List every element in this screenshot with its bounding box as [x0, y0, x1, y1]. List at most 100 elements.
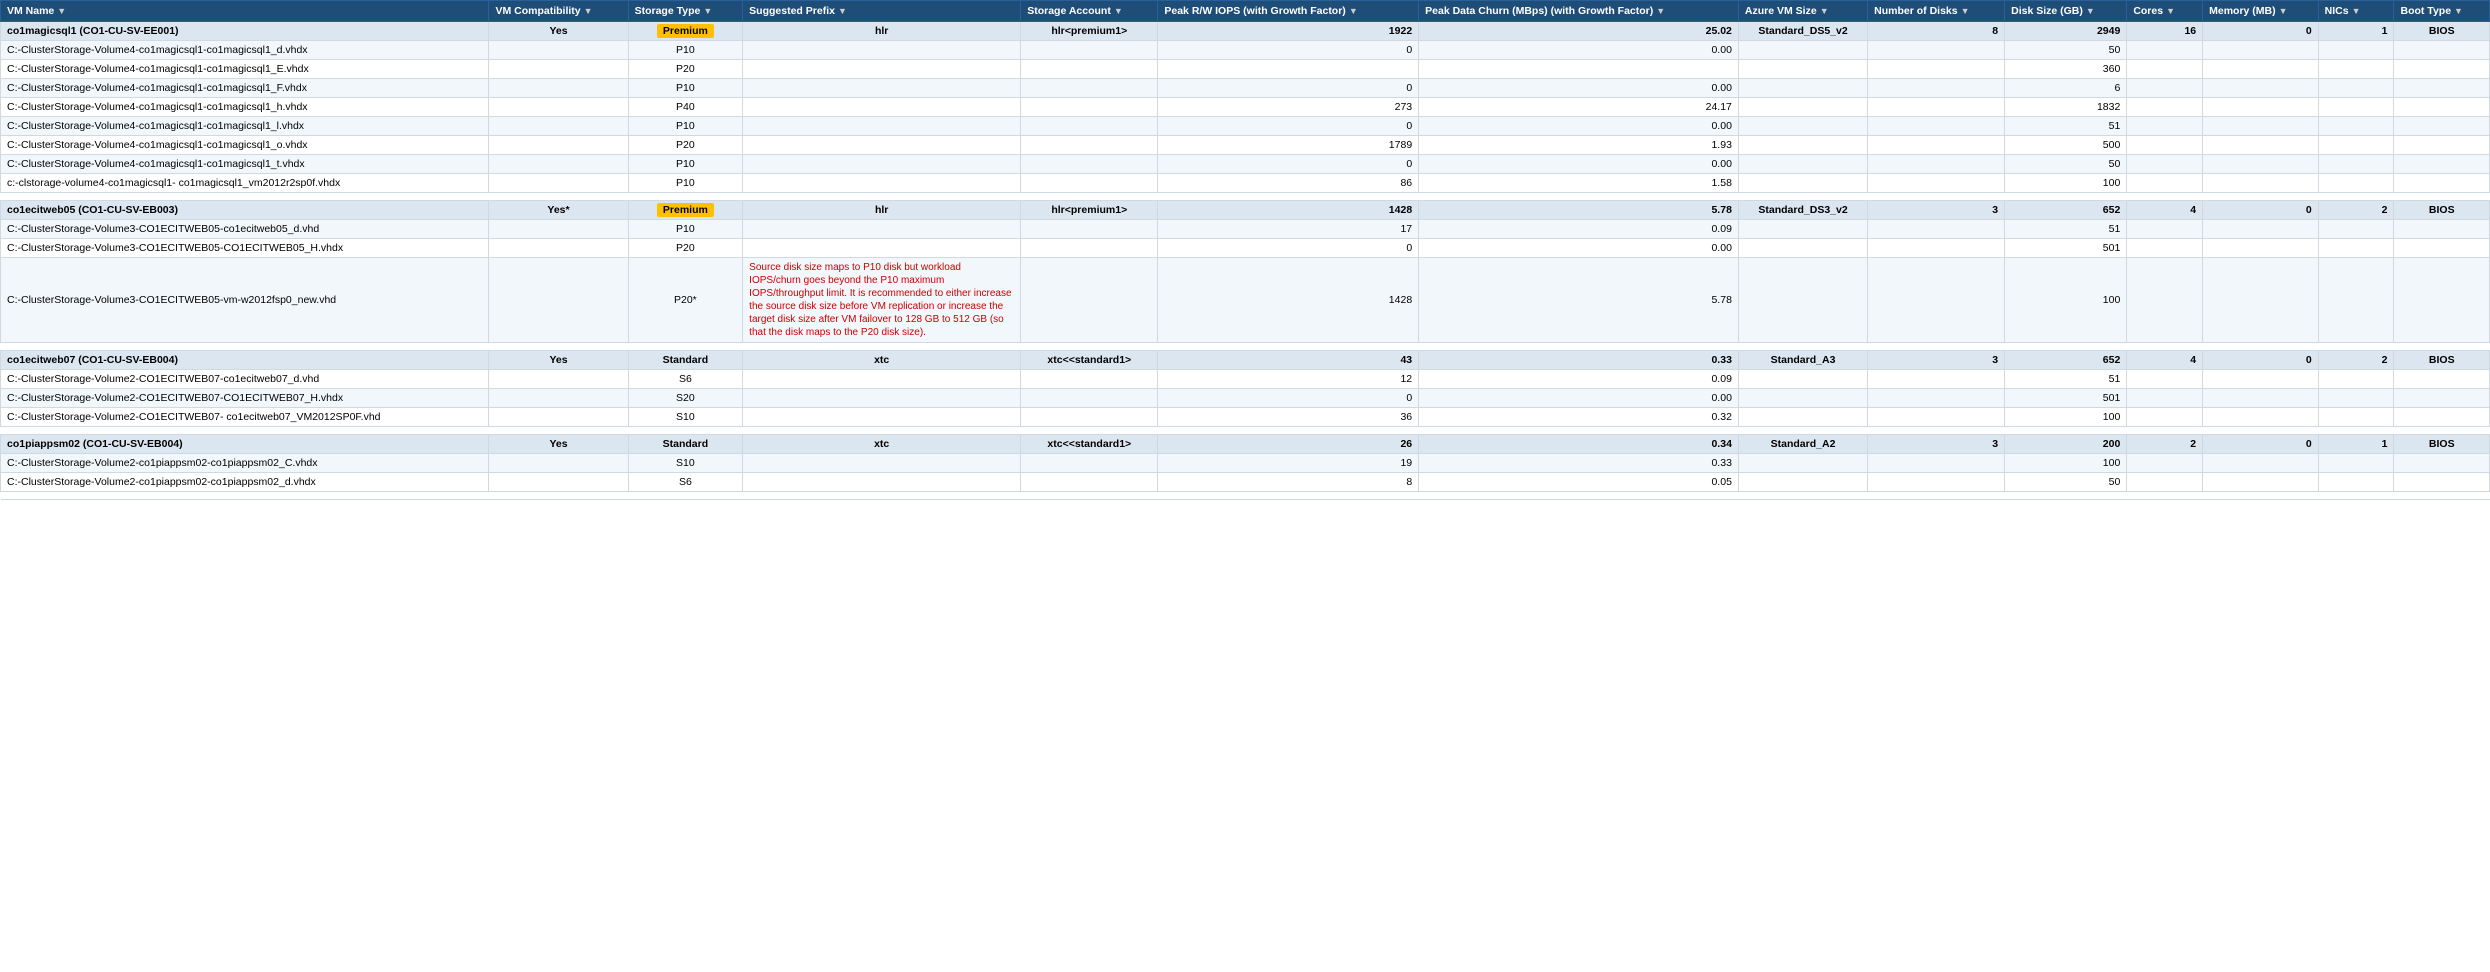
disk-compat	[489, 370, 628, 389]
col-header-nics[interactable]: NICs ▼	[2318, 1, 2394, 22]
sort-icon-nics: ▼	[2352, 6, 2361, 16]
col-header-iops[interactable]: Peak R/W IOPS (with Growth Factor) ▼	[1158, 1, 1419, 22]
disk-storage-type: P10	[628, 41, 743, 60]
disk-memory	[2203, 136, 2319, 155]
disk-churn: 0.00	[1419, 239, 1739, 258]
vm-cell-disk_size: 652	[2005, 351, 2127, 370]
disk-nics	[2318, 389, 2394, 408]
disk-name: C:-ClusterStorage-Volume2-CO1ECITWEB07-C…	[1, 389, 489, 408]
vm-cell-cores: 16	[2127, 22, 2203, 41]
premium-badge: Premium	[657, 24, 714, 38]
disk-cores	[2127, 98, 2203, 117]
disk-cores	[2127, 117, 2203, 136]
vm-cell-compat: Yes	[489, 22, 628, 41]
col-header-compat[interactable]: VM Compatibility ▼	[489, 1, 628, 22]
vm-row-vm1: co1magicsql1 (CO1-CU-SV-EE001)YesPremium…	[1, 22, 2490, 41]
disk-storage-type: P10	[628, 79, 743, 98]
disk-row-vm1-0: C:-ClusterStorage-Volume4-co1magicsql1-c…	[1, 41, 2490, 60]
disk-cores	[2127, 389, 2203, 408]
col-header-churn[interactable]: Peak Data Churn (MBps) (with Growth Fact…	[1419, 1, 1739, 22]
disk-storage-type: P20	[628, 60, 743, 79]
disk-prefix	[743, 79, 1021, 98]
disk-prefix	[743, 454, 1021, 473]
col-header-vmname[interactable]: VM Name ▼	[1, 1, 489, 22]
disk-churn: 0.32	[1419, 408, 1739, 427]
disk-account	[1021, 174, 1158, 193]
disk-account	[1021, 239, 1158, 258]
disk-memory	[2203, 239, 2319, 258]
disk-num-disks	[1868, 155, 2005, 174]
disk-name: C:-ClusterStorage-Volume4-co1magicsql1-c…	[1, 117, 489, 136]
vm-cell-boot: BIOS	[2394, 435, 2490, 454]
disk-compat	[489, 220, 628, 239]
disk-cores	[2127, 79, 2203, 98]
vm-cell-prefix: xtc	[743, 351, 1021, 370]
disk-cores	[2127, 454, 2203, 473]
disk-account	[1021, 79, 1158, 98]
disk-name: C:-ClusterStorage-Volume4-co1magicsql1-c…	[1, 79, 489, 98]
vm-cell-churn: 25.02	[1419, 22, 1739, 41]
disk-nics	[2318, 136, 2394, 155]
sort-icon-iops: ▼	[1349, 6, 1358, 16]
disk-churn: 0.00	[1419, 41, 1739, 60]
sort-icon-prefix: ▼	[838, 6, 847, 16]
disk-name: C:-ClusterStorage-Volume3-CO1ECITWEB05-v…	[1, 258, 489, 343]
col-header-prefix[interactable]: Suggested Prefix ▼	[743, 1, 1021, 22]
disk-nics	[2318, 408, 2394, 427]
disk-churn: 0.00	[1419, 117, 1739, 136]
col-header-account[interactable]: Storage Account ▼	[1021, 1, 1158, 22]
vm-cell-compat: Yes	[489, 435, 628, 454]
vm-row-vm2: co1ecitweb05 (CO1-CU-SV-EB003)Yes*Premiu…	[1, 201, 2490, 220]
disk-num-disks	[1868, 389, 2005, 408]
disk-row-vm1-6: C:-ClusterStorage-Volume4-co1magicsql1-c…	[1, 155, 2490, 174]
disk-row-vm1-1: C:-ClusterStorage-Volume4-co1magicsql1-c…	[1, 60, 2490, 79]
vm-cell-account: hlr<premium1>	[1021, 201, 1158, 220]
disk-nics	[2318, 258, 2394, 343]
col-header-boot[interactable]: Boot Type ▼	[2394, 1, 2490, 22]
sort-icon-num_disks: ▼	[1961, 6, 1970, 16]
spacer-cell	[1, 427, 2490, 435]
disk-prefix	[743, 136, 1021, 155]
col-header-num_disks[interactable]: Number of Disks ▼	[1868, 1, 2005, 22]
disk-boot	[2394, 239, 2490, 258]
disk-size: 1832	[2005, 98, 2127, 117]
disk-compat	[489, 389, 628, 408]
disk-iops: 273	[1158, 98, 1419, 117]
disk-num-disks	[1868, 473, 2005, 492]
disk-row-vm4-0: C:-ClusterStorage-Volume2-co1piappsm02-c…	[1, 454, 2490, 473]
col-header-azure_size[interactable]: Azure VM Size ▼	[1738, 1, 1867, 22]
disk-nics	[2318, 98, 2394, 117]
col-header-cores[interactable]: Cores ▼	[2127, 1, 2203, 22]
disk-size: 100	[2005, 408, 2127, 427]
col-header-storage_type[interactable]: Storage Type ▼	[628, 1, 743, 22]
disk-num-disks	[1868, 136, 2005, 155]
disk-cores	[2127, 136, 2203, 155]
disk-row-vm1-5: C:-ClusterStorage-Volume4-co1magicsql1-c…	[1, 136, 2490, 155]
disk-size: 50	[2005, 41, 2127, 60]
spacer-row-vm2	[1, 343, 2490, 351]
disk-storage-type: P10	[628, 220, 743, 239]
disk-boot	[2394, 117, 2490, 136]
disk-memory	[2203, 454, 2319, 473]
vm-cell-compat: Yes	[489, 351, 628, 370]
disk-num-disks	[1868, 454, 2005, 473]
disk-num-disks	[1868, 41, 2005, 60]
vm-cell-disk_size: 200	[2005, 435, 2127, 454]
vm-cell-compat: Yes*	[489, 201, 628, 220]
vm-cell-account: hlr<premium1>	[1021, 22, 1158, 41]
disk-tooltip: Source disk size maps to P10 disk but wo…	[743, 258, 1021, 343]
vm-cell-iops: 1428	[1158, 201, 1419, 220]
vm-cell-churn: 5.78	[1419, 201, 1739, 220]
disk-name: C:-ClusterStorage-Volume4-co1magicsql1-c…	[1, 98, 489, 117]
col-header-memory[interactable]: Memory (MB) ▼	[2203, 1, 2319, 22]
vm-cell-azure_size: Standard_DS5_v2	[1738, 22, 1867, 41]
vm-cell-num_disks: 3	[1868, 201, 2005, 220]
vm-cell-azure_size: Standard_A2	[1738, 435, 1867, 454]
disk-cores	[2127, 155, 2203, 174]
disk-iops: 12	[1158, 370, 1419, 389]
disk-compat	[489, 41, 628, 60]
disk-account	[1021, 220, 1158, 239]
col-header-disk_size[interactable]: Disk Size (GB) ▼	[2005, 1, 2127, 22]
disk-size: 100	[2005, 174, 2127, 193]
disk-iops: 17	[1158, 220, 1419, 239]
